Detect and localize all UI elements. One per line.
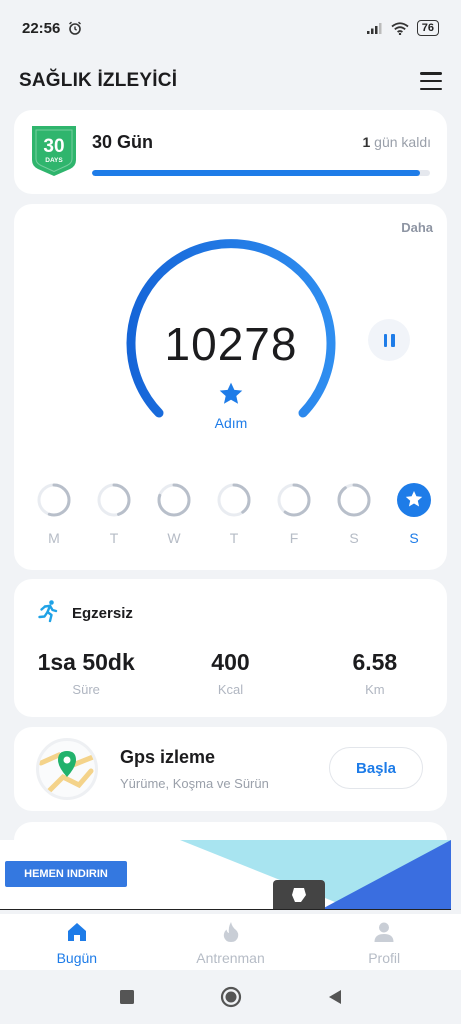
weekday-3[interactable]: T <box>214 482 254 546</box>
days-left: 1 gün kaldı <box>362 134 431 150</box>
status-bar: 22:56 76 <box>0 0 461 56</box>
gps-subtitle: Yürüme, Koşma ve Sürün <box>120 776 269 791</box>
gps-title: Gps izleme <box>120 747 216 767</box>
stat-value: 400 <box>211 649 250 675</box>
home-icon <box>67 923 86 941</box>
start-button[interactable]: Başla <box>329 747 423 789</box>
running-icon <box>38 600 58 623</box>
back-button[interactable] <box>323 985 347 1009</box>
stat-distance: 6.58 Km <box>303 649 447 697</box>
challenge-progress-bar <box>92 170 430 176</box>
stat-value: 1sa 50dk <box>37 649 135 675</box>
stat-value: 6.58 <box>352 649 398 675</box>
flame-icon <box>223 922 238 942</box>
exercise-card[interactable]: Egzersiz 1sa 50dk Süre 400 Kcal 6.58 Km <box>14 579 447 717</box>
day-progress-ring <box>97 483 131 517</box>
steps-card: Daha 10278 Adım M T W T F S S <box>14 204 447 570</box>
weekday-1[interactable]: T <box>94 482 134 546</box>
exercise-title: Egzersiz <box>72 605 133 622</box>
menu-button[interactable] <box>420 72 442 90</box>
nav-item-today[interactable]: Bugün <box>0 914 154 970</box>
stat-duration: 1sa 50dk Süre <box>14 649 158 697</box>
nav-label: Antrenman <box>196 950 265 966</box>
day-progress-ring <box>277 483 311 517</box>
person-icon <box>374 922 394 942</box>
stat-label: Kcal <box>217 682 244 697</box>
day-progress-ring <box>217 483 251 517</box>
stat-label: Km <box>365 682 385 697</box>
exercise-stats: 1sa 50dk Süre 400 Kcal 6.58 Km <box>14 649 447 697</box>
challenge-title: 30 Gün <box>92 132 154 152</box>
badge-number: 30 <box>43 136 64 157</box>
weekday-5[interactable]: S <box>334 482 374 546</box>
stat-calories: 400 Kcal <box>158 649 302 697</box>
ad-banner[interactable]: HEMEN INDIRIN <box>0 840 451 910</box>
nav-label: Bugün <box>56 950 98 966</box>
weekday-label: F <box>289 530 299 546</box>
ad-download-button[interactable]: HEMEN INDIRIN <box>5 861 127 887</box>
completed-day-star-icon <box>397 483 431 517</box>
status-time: 22:56 <box>22 19 61 37</box>
weekday-label: T <box>229 530 239 546</box>
home-system-button[interactable] <box>219 985 243 1009</box>
weekday-label: M <box>48 530 60 546</box>
challenge-progress-fill <box>92 170 420 176</box>
weekday-label: W <box>167 530 181 546</box>
page-title: SAĞLIK İZLEYİCİ <box>19 70 178 91</box>
day-progress-ring <box>37 483 71 517</box>
challenge-card[interactable]: 30 DAYS 30 Gün 1 gün kaldı <box>14 110 447 194</box>
weekday-2[interactable]: W <box>154 482 194 546</box>
gps-card[interactable]: Gps izleme Yürüme, Koşma ve Sürün Başla <box>14 727 447 811</box>
star-icon <box>219 382 243 404</box>
weekly-progress: MTWTFSS <box>34 482 434 546</box>
system-nav-bar <box>0 970 461 1024</box>
map-pin-icon <box>36 738 98 800</box>
wifi-icon <box>391 21 409 35</box>
nav-label: Profil <box>368 950 401 966</box>
circle-icon <box>220 986 241 1008</box>
bottom-nav: Bugün Antrenman Profil <box>0 914 461 970</box>
stat-label: Süre <box>72 682 100 697</box>
more-link[interactable]: Daha <box>401 220 433 235</box>
ad-logo-icon <box>273 880 325 909</box>
shield-badge-icon: 30 DAYS <box>32 126 76 176</box>
badge-unit: DAYS <box>45 157 63 164</box>
app-header: SAĞLIK İZLEYİCİ <box>0 56 461 106</box>
days-left-number: 1 <box>362 134 371 150</box>
weekday-label: S <box>409 530 419 546</box>
nav-item-workout[interactable]: Antrenman <box>154 914 308 970</box>
square-icon <box>119 990 134 1004</box>
step-label: Adım <box>214 415 248 431</box>
weekday-0[interactable]: M <box>34 482 74 546</box>
signal-icon <box>366 23 382 34</box>
back-triangle-icon <box>328 990 341 1004</box>
nav-item-profile[interactable]: Profil <box>307 914 461 970</box>
weekday-label: T <box>109 530 119 546</box>
battery-indicator: 76 <box>416 20 439 36</box>
days-left-text: gün kaldı <box>374 134 431 150</box>
weekday-6[interactable]: S <box>394 482 434 546</box>
day-progress-ring <box>337 483 371 517</box>
weekday-4[interactable]: F <box>274 482 314 546</box>
alarm-icon <box>69 21 82 35</box>
weekday-label: S <box>349 530 359 546</box>
recent-apps-button[interactable] <box>115 985 139 1009</box>
day-progress-ring <box>157 483 191 517</box>
pause-button[interactable] <box>368 319 410 361</box>
step-count: 10278 <box>164 318 298 370</box>
